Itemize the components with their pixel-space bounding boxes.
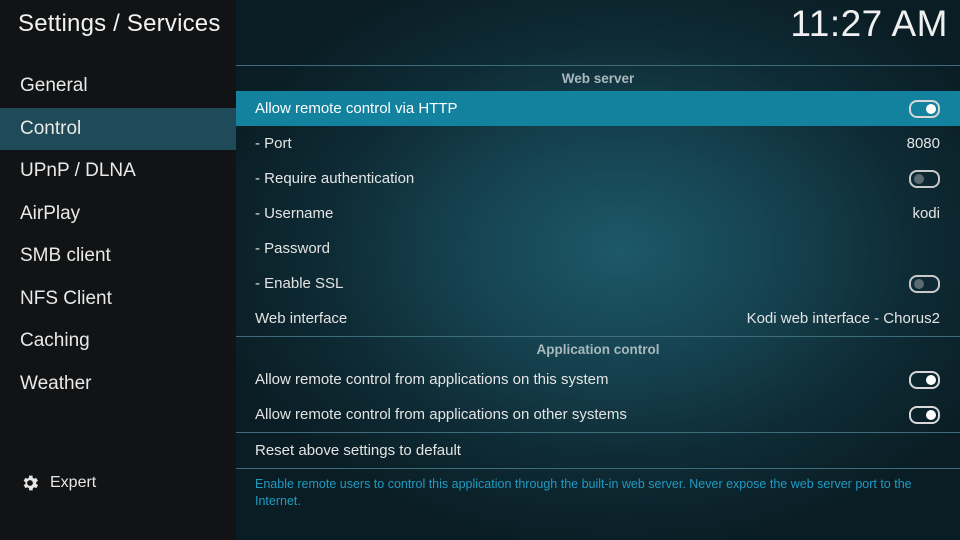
- setting-username[interactable]: - Username kodi: [236, 196, 960, 231]
- gear-icon: [20, 473, 40, 493]
- setting-label: Web interface: [255, 310, 348, 327]
- remote-other-systems-toggle[interactable]: [909, 405, 940, 424]
- sidebar-item-upnp-dlna[interactable]: UPnP / DLNA: [0, 150, 236, 193]
- setting-web-interface[interactable]: Web interface Kodi web interface - Choru…: [236, 301, 960, 336]
- setting-label: - Port: [255, 135, 292, 152]
- setting-password[interactable]: - Password: [236, 231, 960, 266]
- section-header-web-server: Web server: [561, 71, 635, 86]
- remote-this-system-toggle[interactable]: [909, 370, 940, 389]
- setting-port[interactable]: - Port 8080: [236, 126, 960, 161]
- setting-label: Reset above settings to default: [255, 442, 461, 459]
- setting-allow-http[interactable]: Allow remote control via HTTP: [236, 91, 960, 126]
- setting-description: Enable remote users to control this appl…: [255, 477, 912, 508]
- settings-list: Web server Allow remote control via HTTP…: [236, 65, 960, 469]
- sidebar-item-smb-client[interactable]: SMB client: [0, 235, 236, 278]
- sidebar-list: General Control UPnP / DLNA AirPlay SMB …: [0, 65, 236, 405]
- clock: 11:27 AM: [790, 3, 948, 44]
- setting-label: - Require authentication: [255, 170, 415, 187]
- setting-label: - Enable SSL: [255, 275, 344, 292]
- username-value: kodi: [912, 205, 940, 222]
- sidebar-item-nfs-client[interactable]: NFS Client: [0, 278, 236, 321]
- setting-label: Allow remote control from applications o…: [255, 371, 609, 388]
- sidebar-item-general[interactable]: General: [0, 65, 236, 108]
- setting-label: - Username: [255, 205, 334, 222]
- setting-remote-other-systems[interactable]: Allow remote control from applications o…: [236, 397, 960, 432]
- setting-enable-ssl[interactable]: - Enable SSL: [236, 266, 960, 301]
- sidebar-item-weather[interactable]: Weather: [0, 363, 236, 406]
- setting-label: Allow remote control via HTTP: [255, 100, 458, 117]
- sidebar-item-caching[interactable]: Caching: [0, 320, 236, 363]
- setting-require-authentication[interactable]: - Require authentication: [236, 161, 960, 196]
- sidebar-item-control[interactable]: Control: [0, 107, 236, 150]
- reset-settings-button[interactable]: Reset above settings to default: [236, 433, 960, 468]
- setting-label: Allow remote control from applications o…: [255, 406, 627, 423]
- expert-level-button[interactable]: Expert: [20, 471, 96, 495]
- enable-ssl-toggle[interactable]: [909, 274, 940, 293]
- page-title: Settings / Services: [18, 10, 221, 37]
- expert-label: Expert: [50, 474, 97, 491]
- setting-remote-this-system[interactable]: Allow remote control from applications o…: [236, 362, 960, 397]
- section-header-application-control: Application control: [536, 342, 660, 357]
- allow-http-toggle[interactable]: [909, 99, 940, 118]
- setting-label: - Password: [255, 240, 331, 257]
- web-interface-value: Kodi web interface - Chorus2: [746, 310, 940, 327]
- sidebar: Settings / Services General Control UPnP…: [0, 0, 236, 540]
- require-auth-toggle[interactable]: [909, 169, 940, 188]
- sidebar-item-airplay[interactable]: AirPlay: [0, 193, 236, 236]
- divider: [236, 468, 960, 469]
- port-value: 8080: [906, 135, 940, 152]
